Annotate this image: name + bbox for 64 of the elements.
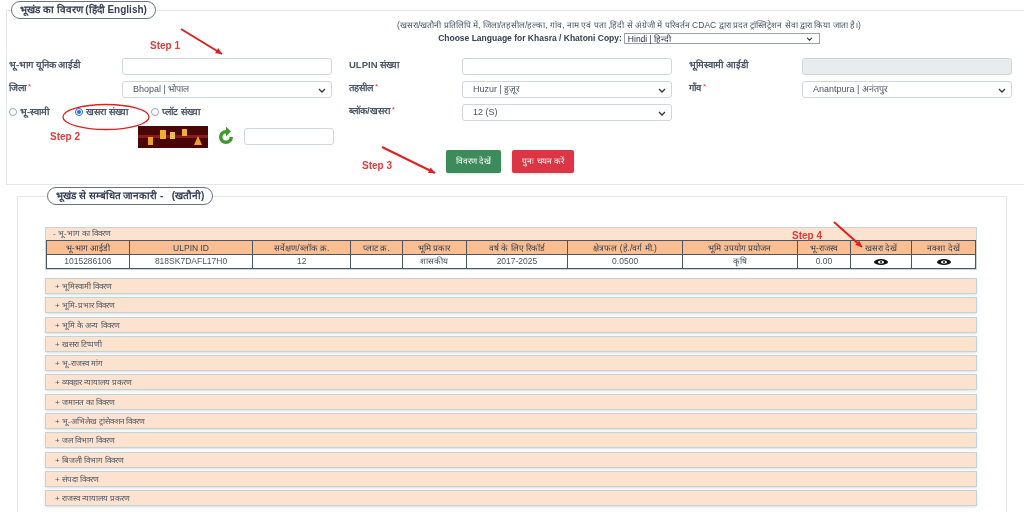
input-field[interactable]	[802, 57, 1012, 75]
field-label: ब्लॉक/खसरा	[349, 103, 390, 118]
field-label: जिला	[9, 80, 26, 95]
field-label: ULPIN संख्या	[349, 57, 400, 72]
radio-label: प्लॉट संख्या	[162, 105, 200, 120]
chevron-down-icon	[658, 110, 666, 116]
eye-icon[interactable]	[936, 258, 951, 265]
field-label: भू-भाग यूनिक आईडी	[9, 57, 81, 72]
field-label: तहसील	[349, 80, 373, 95]
accordion-panel[interactable]: + खसरा टिप्पणी	[45, 335, 977, 352]
accordion-panel[interactable]: + व्यवहार न्यायालय प्रकरण	[45, 374, 977, 391]
view-details-button[interactable]: विवरण देखें	[446, 149, 502, 173]
select-field[interactable]: Huzur | हुज़ूर	[462, 80, 672, 98]
column-header: सर्वेक्षण/ब्लॉक क्र.	[252, 240, 351, 255]
column-header: भूमि प्रकार	[402, 240, 467, 255]
step-annotation: Step 2	[50, 130, 80, 144]
language-label: Choose Language for Khasra / Khatoni Copy:	[438, 32, 622, 45]
field-label: भूमिस्वामी आईडी	[689, 57, 748, 72]
column-header: भूमि उपयोग प्रयोजन	[682, 240, 798, 255]
annotation-arrow	[381, 146, 436, 174]
accordion-panel[interactable]: + भूमि-प्रभार विवरण	[45, 297, 977, 314]
input-field[interactable]	[122, 57, 332, 75]
chevron-down-icon	[318, 87, 326, 93]
annotation-arrow	[180, 28, 223, 55]
note-text: (खसरा/खतौनी प्रतिलिपि में, जिला/तहसील/हल्का, गांव, नाम एवं पता ,हिंदी से अंग्रेजी में परिवर्तन CDAC द्वारा प्रदत ट्रांस्लिट्रेशन सेवा द्वारा किया जाता है।)	[396, 19, 862, 31]
required-mark: *	[391, 103, 395, 116]
required-mark: *	[703, 80, 707, 93]
accordion-panel[interactable]: + भू-राजस्व मांग	[45, 355, 977, 372]
language-select[interactable]: Hindi | हिन्दी	[623, 32, 820, 44]
select-field[interactable]: Anantpura | अनंतपुर	[802, 80, 1012, 98]
column-header: खसरा देखें	[850, 240, 912, 255]
select-field[interactable]: Bhopal | भोपाल	[122, 80, 332, 98]
accordion-panel[interactable]: + बिजली विभाग विवरण	[45, 451, 977, 468]
accordion-panel[interactable]: + राजस्व न्यायालय प्रकरण	[45, 490, 977, 507]
step-annotation: Step 4	[792, 229, 822, 243]
chevron-down-icon	[998, 87, 1006, 93]
accordion-panel[interactable]: + संपदा विवरण	[45, 470, 977, 487]
reset-button[interactable]: पुनः चयन करें	[512, 149, 575, 173]
accordion-panel[interactable]: + जल विभाग विवरण	[45, 432, 977, 449]
accordion-panel[interactable]: + भूमि के अन्य विवरण	[45, 316, 977, 333]
radio-label: भू-स्वामी	[20, 105, 50, 120]
column-header: भू-भाग आईडी	[46, 240, 130, 255]
accordion-panel[interactable]: + भूमिस्वामी विवरण	[45, 278, 977, 294]
step-annotation: Step 1	[150, 39, 180, 53]
step-annotation: Step 3	[362, 159, 392, 173]
radio-label: खसरा संख्या	[86, 105, 128, 120]
captcha-input[interactable]	[244, 128, 334, 146]
accordion-panel[interactable]: + भू-अभिलेख ट्रांसेक्शन विवरण	[45, 413, 977, 430]
column-header: क्षेत्रफल (हे./वर्ग मी.)	[567, 240, 683, 255]
accordion-panel[interactable]: + जमानत का विवरण	[45, 393, 977, 410]
column-header: प्लाट क्र.	[350, 240, 403, 255]
chevron-down-icon	[805, 36, 813, 41]
column-header: नक्शा देखें	[911, 240, 976, 255]
panel-header[interactable]: - भू-भाग का विवरण	[53, 228, 111, 240]
column-header: भू-राजस्व	[797, 240, 851, 255]
required-mark: *	[375, 80, 379, 93]
select-field[interactable]: 12 (S)	[462, 103, 672, 121]
eye-icon[interactable]	[874, 258, 889, 265]
required-mark: *	[28, 80, 32, 93]
field-label: गाँव	[689, 80, 701, 95]
input-field[interactable]	[462, 57, 672, 75]
column-header: वर्ष के लिए रिकॉर्ड	[466, 240, 568, 255]
chevron-down-icon	[658, 87, 666, 93]
column-header: ULPIN ID	[129, 240, 253, 255]
